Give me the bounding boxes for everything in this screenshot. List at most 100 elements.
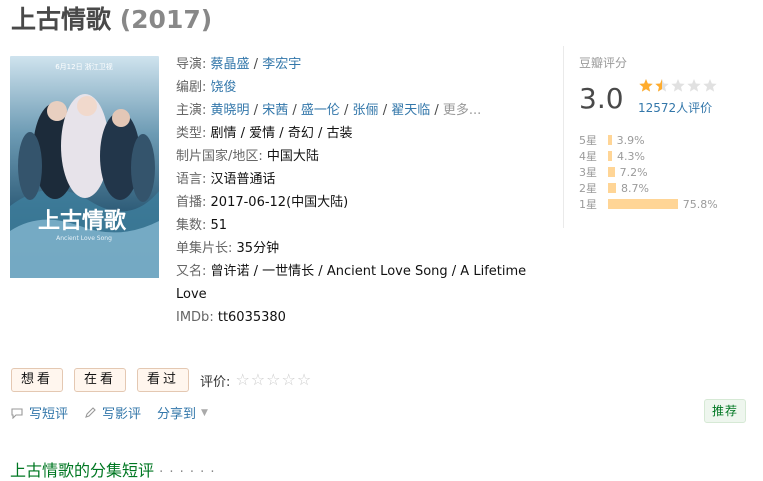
episodes-value: 51 xyxy=(210,218,228,233)
rating-bar-label: 2星 xyxy=(579,182,597,195)
rating-bar xyxy=(608,183,616,193)
poster-image[interactable]: 6月12日 浙江卫视 上古情歌 Ancient Love Song xyxy=(10,56,159,278)
rating-bar-label: 4星 xyxy=(579,150,597,163)
rating-star-fill xyxy=(639,79,653,92)
runtime-label: 单集片长: xyxy=(176,241,233,256)
rating-bar-percent: 3.9% xyxy=(616,133,645,147)
episodes-label: 集数: xyxy=(176,218,207,233)
director-row: 导演: 蔡晶盛 / 李宏宇 xyxy=(176,57,302,72)
rating-bar-row: 2星 8.7% xyxy=(579,180,718,196)
aka-value: 曾许诺 / 一世情长 / Ancient Love Song / A Lifet… xyxy=(176,264,527,302)
director-link[interactable]: 李宏宇 xyxy=(262,57,301,72)
page-title: 上古情歌 (2017) xyxy=(11,5,212,35)
review-links: 写短评 写影评 分享到 ▼ xyxy=(11,403,224,422)
aka-label: 又名: xyxy=(176,264,207,279)
want-to-watch-button[interactable]: 想看 xyxy=(11,368,64,392)
imdb-value: tt6035380 xyxy=(217,310,286,325)
language-value: 汉语普通话 xyxy=(210,172,276,187)
cast-row: 主演: 黄晓明 / 宋茜 / 盛一伦 / 张俪 / 翟天临 / 更多... xyxy=(176,103,482,118)
director-link[interactable]: 蔡晶盛 xyxy=(211,57,250,72)
write-short-review-link[interactable]: 写短评 xyxy=(11,403,68,422)
rating-star-icon xyxy=(703,79,717,92)
country-label: 制片国家/地区: xyxy=(176,149,263,164)
rating-star-icon xyxy=(671,79,685,92)
rating-bar-row: 1星 75.8% xyxy=(579,196,718,212)
cast-link[interactable]: 黄晓明 xyxy=(211,103,250,118)
section-title: 上古情歌的分集短评 xyxy=(10,461,155,480)
cast-link[interactable]: 宋茜 xyxy=(262,103,288,118)
runtime-row: 单集片长: 35分钟 xyxy=(176,237,546,260)
action-row: 想看 在看 看过 评价: ☆ ☆ ☆ ☆ ☆ xyxy=(11,368,311,392)
subject-info: 导演: 蔡晶盛 / 李宏宇 编剧: 饶俊 主演: 黄晓明 / 宋茜 / 盛一伦 … xyxy=(176,53,546,329)
imdb-row: IMDb: tt6035380 xyxy=(176,306,546,329)
chevron-down-icon: ▼ xyxy=(201,407,208,418)
recommend-button[interactable]: 推荐 xyxy=(704,399,747,423)
genre-value: 剧情 / 爱情 / 奇幻 / 古装 xyxy=(210,126,353,141)
rating-count-link[interactable]: 12572人评价 xyxy=(638,99,712,116)
rating-bar-percent: 75.8% xyxy=(682,197,718,211)
cast-link[interactable]: 盛一伦 xyxy=(301,103,340,118)
genre-label: 类型: xyxy=(176,126,207,141)
rating-bar-label: 5星 xyxy=(579,134,597,147)
rating-bar xyxy=(608,151,612,161)
rating-bar xyxy=(608,135,612,145)
write-short-review-label: 写短评 xyxy=(29,407,69,422)
rating-label: 豆瓣评分 xyxy=(579,56,628,70)
runtime-value: 35分钟 xyxy=(236,241,280,256)
country-row: 制片国家/地区: 中国大陆 xyxy=(176,145,546,168)
poster-logo-sub: Ancient Love Song xyxy=(56,235,112,242)
rating-bar-row: 3星 7.2% xyxy=(579,164,718,180)
cast-label: 主演: xyxy=(176,103,207,118)
rating-score: 3.0 xyxy=(579,82,624,115)
episode-reviews-header: 上古情歌的分集短评 · · · · · · xyxy=(10,457,216,481)
rating-bar xyxy=(608,199,678,209)
rating-bar-row: 4星 4.3% xyxy=(579,148,718,164)
premiere-label: 首播: xyxy=(176,195,207,210)
rating-bar-percent: 4.3% xyxy=(616,149,645,163)
rate-stars: ☆ ☆ ☆ ☆ ☆ xyxy=(235,372,311,388)
pencil-icon xyxy=(85,406,96,418)
poster-logo: 上古情歌 xyxy=(38,208,127,234)
genre-row: 类型: 剧情 / 爱情 / 奇幻 / 古装 xyxy=(176,122,546,145)
imdb-label: IMDb: xyxy=(176,310,214,325)
share-link[interactable]: 分享到 ▼ xyxy=(157,403,208,422)
title-text: 上古情歌 xyxy=(11,5,112,34)
writer-row: 编剧: 饶俊 xyxy=(176,76,546,99)
language-row: 语言: 汉语普通话 xyxy=(176,168,546,191)
cast-link[interactable]: 翟天临 xyxy=(391,103,430,118)
rate-star-icon[interactable]: ☆ xyxy=(297,372,311,388)
share-label: 分享到 xyxy=(157,407,197,422)
country-value: 中国大陆 xyxy=(266,149,319,164)
director-label: 导演: xyxy=(176,57,207,72)
write-review-link[interactable]: 写影评 xyxy=(84,403,141,422)
watching-button[interactable]: 在看 xyxy=(74,368,127,392)
rating-bar-percent: 8.7% xyxy=(621,181,649,195)
rating-stars xyxy=(639,79,717,92)
writer-link[interactable]: 饶俊 xyxy=(211,80,237,95)
watched-button[interactable]: 看过 xyxy=(137,368,190,392)
rating-bar-label: 1星 xyxy=(579,198,597,211)
rate-label: 评价: xyxy=(200,374,231,390)
rate-star-icon[interactable]: ☆ xyxy=(281,372,295,388)
comment-icon xyxy=(11,407,23,419)
rating-bar-row: 5星 3.9% xyxy=(579,132,718,148)
rating-star-icon xyxy=(687,79,701,92)
cast-link[interactable]: 张俪 xyxy=(353,103,379,118)
rating-bar xyxy=(608,167,615,177)
writer-label: 编剧: xyxy=(176,80,207,95)
rating-bar-label: 3星 xyxy=(579,166,597,179)
title-year: (2017) xyxy=(119,5,213,34)
rating-panel: 豆瓣评分 3.0 12572人评价 5星 3.9% 4星 4.3% 3星 7.2% 2星 8.… xyxy=(563,46,753,228)
language-label: 语言: xyxy=(176,172,207,187)
premiere-row: 首播: 2017-06-12(中国大陆) xyxy=(176,191,546,214)
rate-star-icon[interactable]: ☆ xyxy=(251,372,265,388)
rating-distribution: 5星 3.9% 4星 4.3% 3星 7.2% 2星 8.7% 1星 75.8% xyxy=(579,132,718,212)
rate-star-icon[interactable]: ☆ xyxy=(266,372,280,388)
poster-date: 6月12日 浙江卫视 xyxy=(55,62,113,71)
rate-star-icon[interactable]: ☆ xyxy=(235,372,249,388)
aka-row: 又名: 曾许诺 / 一世情长 / Ancient Love Song / A L… xyxy=(176,260,546,306)
premiere-value: 2017-06-12(中国大陆) xyxy=(210,195,349,210)
rating-bar-percent: 7.2% xyxy=(619,165,648,179)
cast-more-link[interactable]: 更多... xyxy=(443,103,481,118)
write-review-label: 写影评 xyxy=(102,407,142,422)
